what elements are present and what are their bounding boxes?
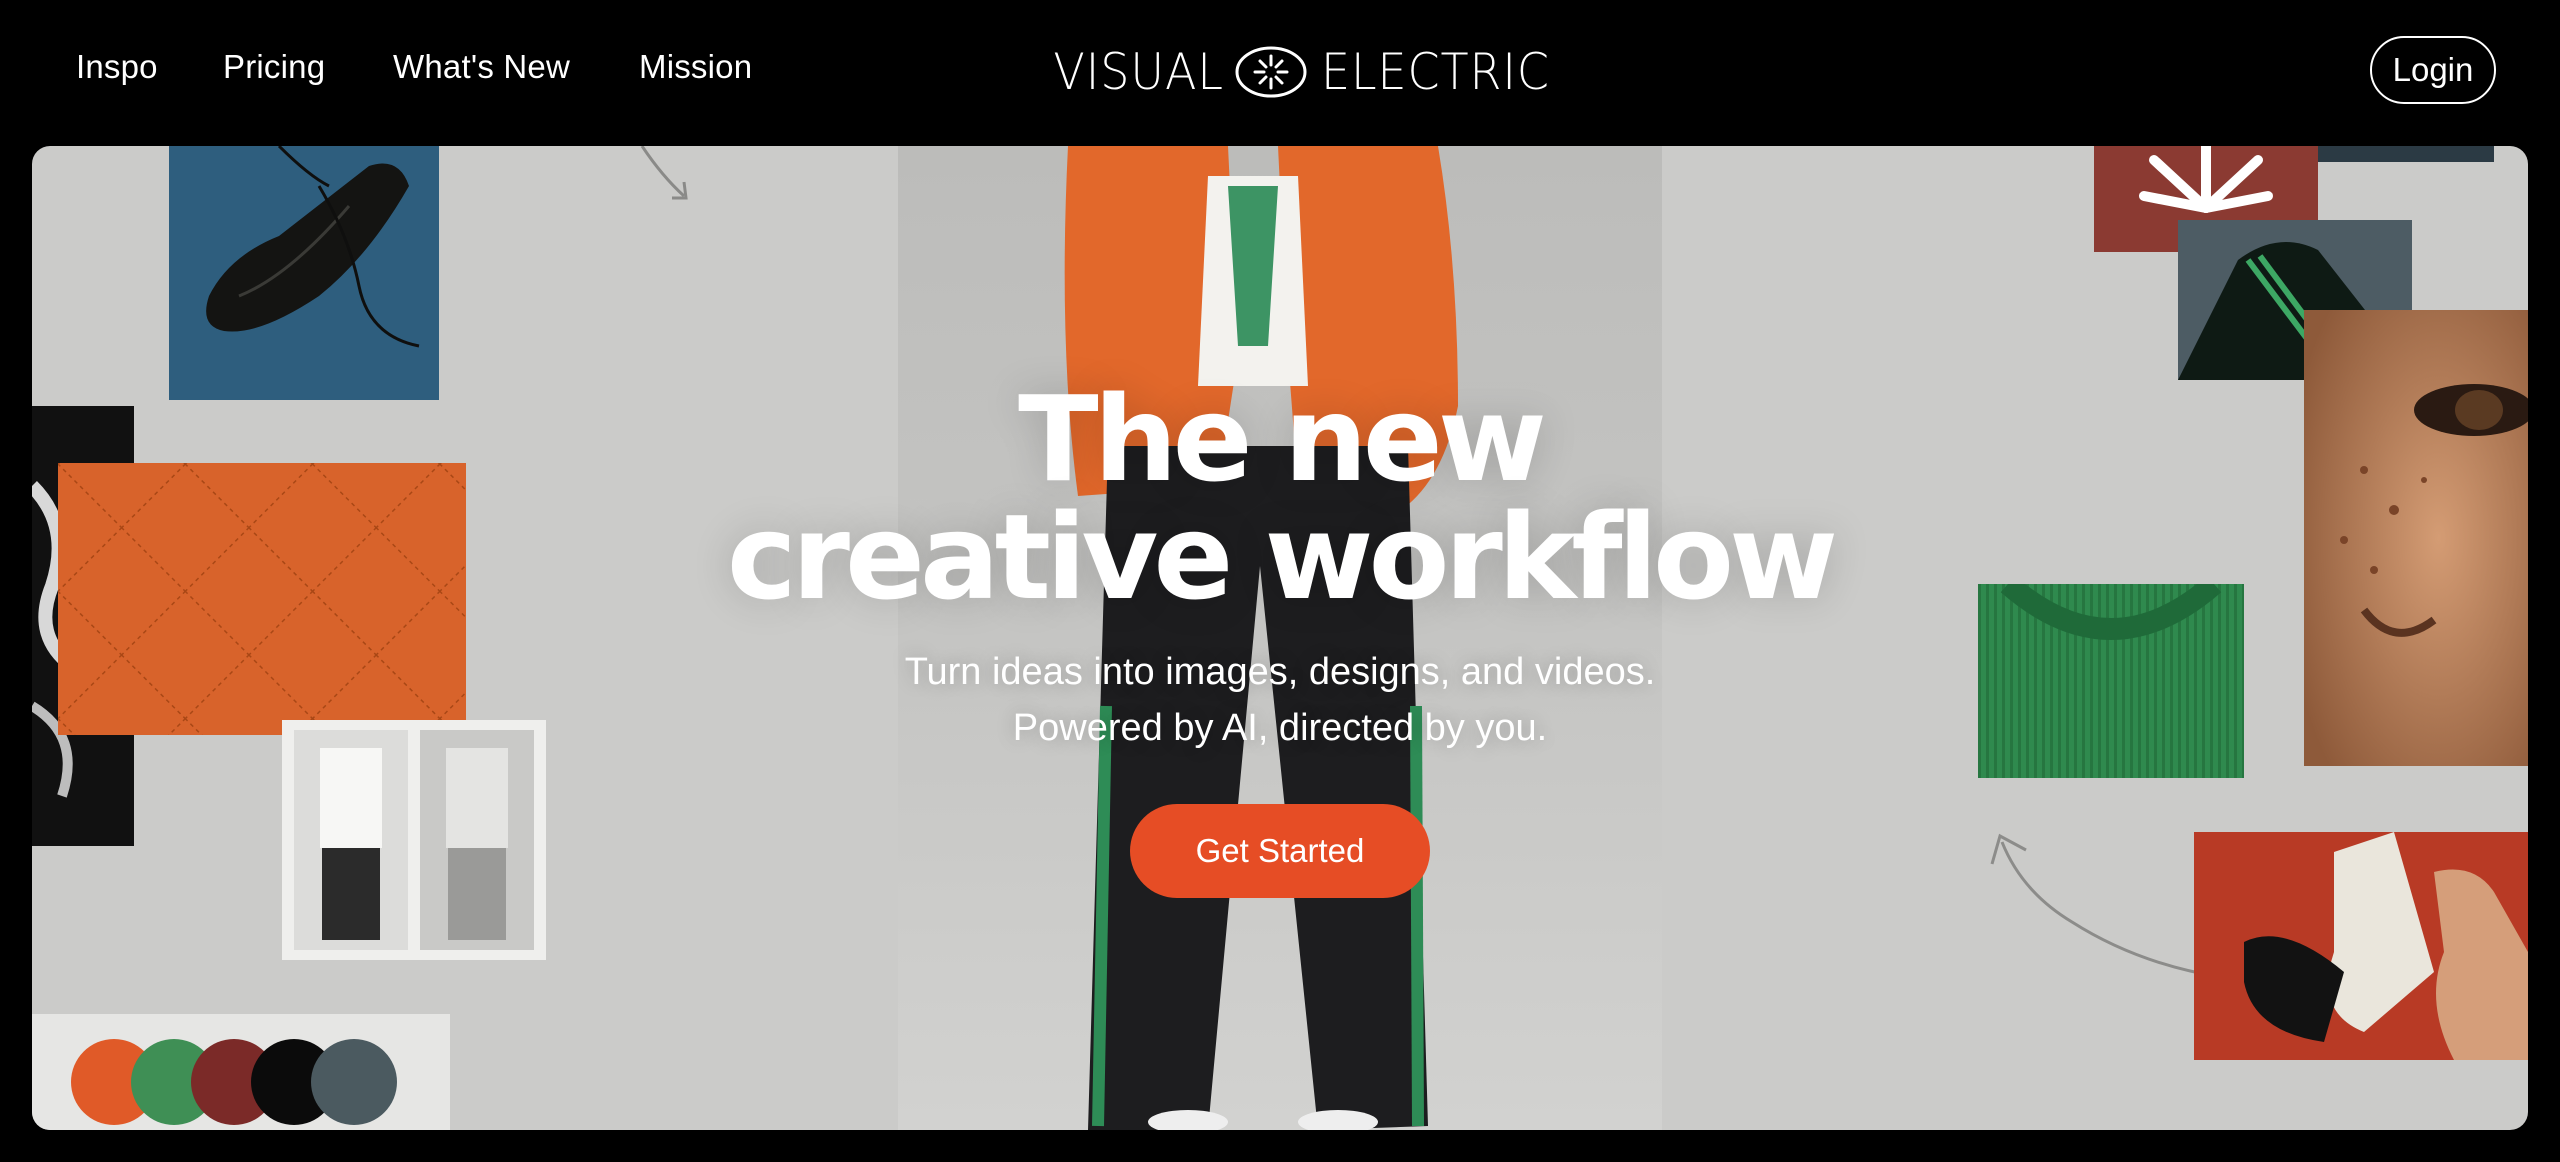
model-illustration	[1064, 146, 1458, 1130]
logo-text-right: ELECTRIC	[1321, 43, 1551, 101]
color-palette-swatches	[32, 1014, 450, 1130]
nav-link-pricing[interactable]: Pricing	[223, 48, 325, 86]
palette-circles	[71, 1039, 397, 1125]
collage-dark-strip-image	[2318, 146, 2494, 162]
hero-model-photo	[898, 146, 1662, 1130]
login-button[interactable]: Login	[2370, 36, 2496, 104]
nav-link-inspo[interactable]: Inspo	[76, 48, 158, 86]
collage-shoe-image	[169, 146, 439, 400]
shirt-figures	[282, 720, 546, 960]
hero-title-line1: The new	[1018, 370, 1547, 508]
logo-text-left: VISUAL	[1053, 43, 1224, 101]
get-started-button[interactable]: Get Started	[1130, 804, 1430, 898]
collage-shirt-catalog-image	[282, 720, 546, 960]
hero-subtitle-line2: Powered by AI, directed by you.	[1012, 707, 1548, 749]
collage-sock-image	[2194, 832, 2528, 1060]
shoe-illustration	[169, 146, 439, 400]
arrow-doodle-icon	[640, 146, 688, 200]
brand-logo[interactable]: VISUAL ELECTRIC	[1046, 40, 1560, 104]
hero-canvas: The new creative workflow Turn ideas int…	[32, 146, 2528, 1130]
sock-illustration	[2194, 832, 2528, 1060]
nav-link-mission[interactable]: Mission	[639, 48, 752, 86]
hero-subtitle-line1: Turn ideas into images, designs, and vid…	[904, 651, 1656, 693]
hero-title-line2: creative workflow	[726, 488, 1838, 626]
sun-burst-icon	[1235, 46, 1307, 98]
top-nav: Inspo Pricing What's New Mission VISUAL …	[0, 0, 2560, 143]
nav-link-whats-new[interactable]: What's New	[393, 48, 570, 86]
